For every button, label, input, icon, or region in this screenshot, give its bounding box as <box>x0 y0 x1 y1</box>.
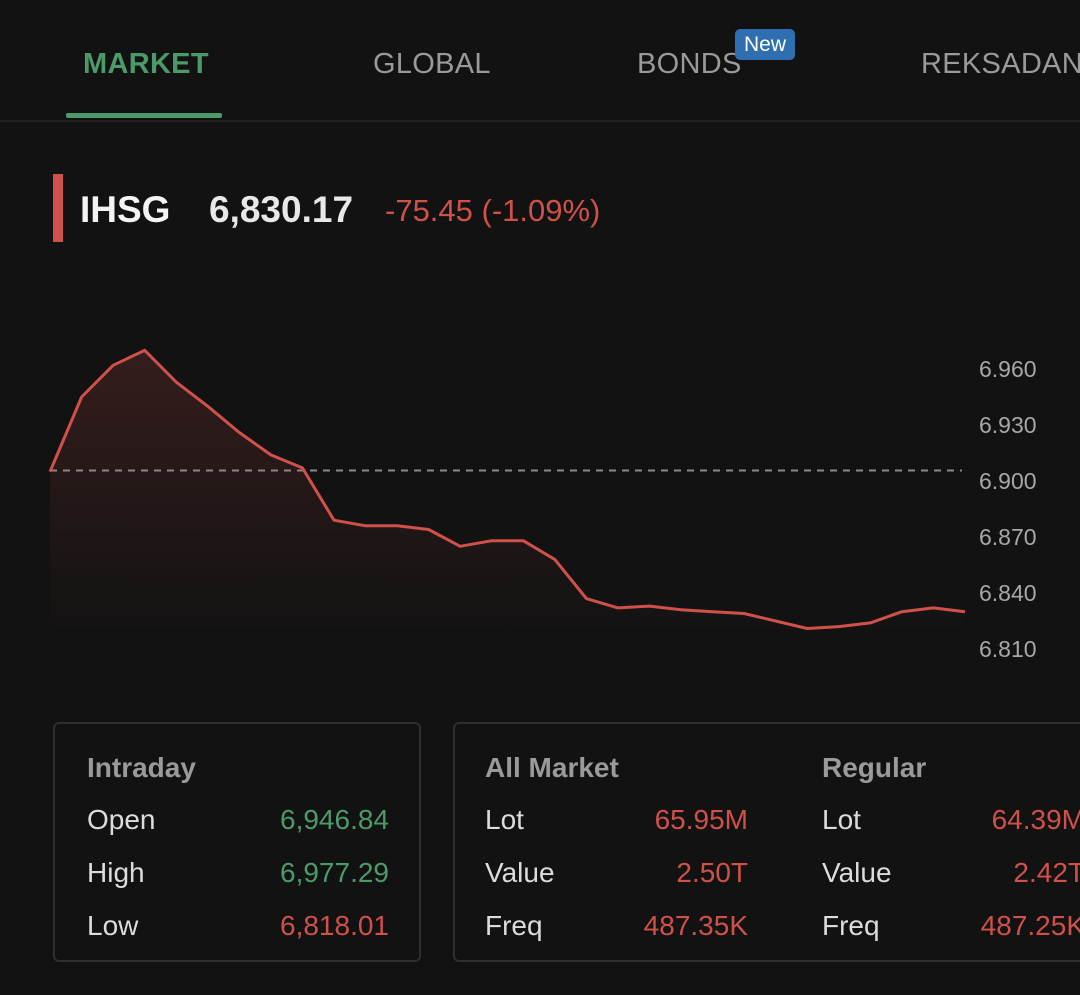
y-tick-label: 6.900 <box>979 468 1037 494</box>
all-market-freq-value: 487.35K <box>643 910 748 941</box>
all-market-lot-label: Lot <box>485 804 524 835</box>
y-tick-label: 6.960 <box>979 356 1037 382</box>
tab-global[interactable]: GLOBAL <box>373 48 491 81</box>
regular-value-value: 2.42T <box>1013 857 1080 888</box>
all-market-lot-value: 65.95M <box>654 804 748 835</box>
high-label: High <box>87 857 145 888</box>
open-label: Open <box>87 804 156 835</box>
index-value: 6,830.17 <box>209 189 354 230</box>
index-change: -75.45 (-1.09%) <box>385 193 601 228</box>
open-value: 6,946.84 <box>280 804 389 835</box>
low-label: Low <box>87 910 139 941</box>
regular-lot-value: 64.39M <box>991 804 1080 835</box>
y-tick-label: 6.810 <box>979 636 1037 662</box>
volume-card: All Market Lot 65.95M Value 2.50T Freq 4… <box>453 722 1080 962</box>
all-market-value-label: Value <box>485 857 555 888</box>
low-value: 6,818.01 <box>280 910 389 941</box>
y-axis: 6.960 6.930 6.900 6.870 6.840 6.810 <box>979 356 1037 662</box>
y-tick-label: 6.840 <box>979 580 1037 606</box>
market-tab-bar: MARKET GLOBAL BONDS New REKSADANA <box>0 0 1080 122</box>
index-name: IHSG <box>80 189 171 230</box>
all-market-freq-label: Freq <box>485 910 543 941</box>
high-value: 6,977.29 <box>280 857 389 888</box>
regular-freq-label: Freq <box>822 910 880 941</box>
regular-lot-label: Lot <box>822 804 861 835</box>
regular-value-label: Value <box>822 857 892 888</box>
regular-title: Regular <box>822 752 927 783</box>
y-tick-label: 6.870 <box>979 524 1037 550</box>
new-badge: New <box>735 29 796 60</box>
all-market-title: All Market <box>485 752 619 783</box>
tab-market[interactable]: MARKET <box>83 48 209 81</box>
tab-bonds[interactable]: BONDS <box>637 48 742 81</box>
active-tab-indicator <box>66 113 222 118</box>
intraday-chart[interactable]: 6.960 6.930 6.900 6.870 6.840 6.810 <box>0 300 1080 700</box>
intraday-title: Intraday <box>87 752 196 783</box>
intraday-card: Intraday Open 6,946.84 High 6,977.29 Low… <box>53 722 421 962</box>
all-market-value-value: 2.50T <box>676 857 748 888</box>
tab-reksadana[interactable]: REKSADANA <box>921 48 1080 81</box>
regular-freq-value: 487.25K <box>980 910 1080 941</box>
price-area-fill <box>50 350 965 640</box>
index-trend-marker <box>53 174 63 242</box>
y-tick-label: 6.930 <box>979 412 1037 438</box>
